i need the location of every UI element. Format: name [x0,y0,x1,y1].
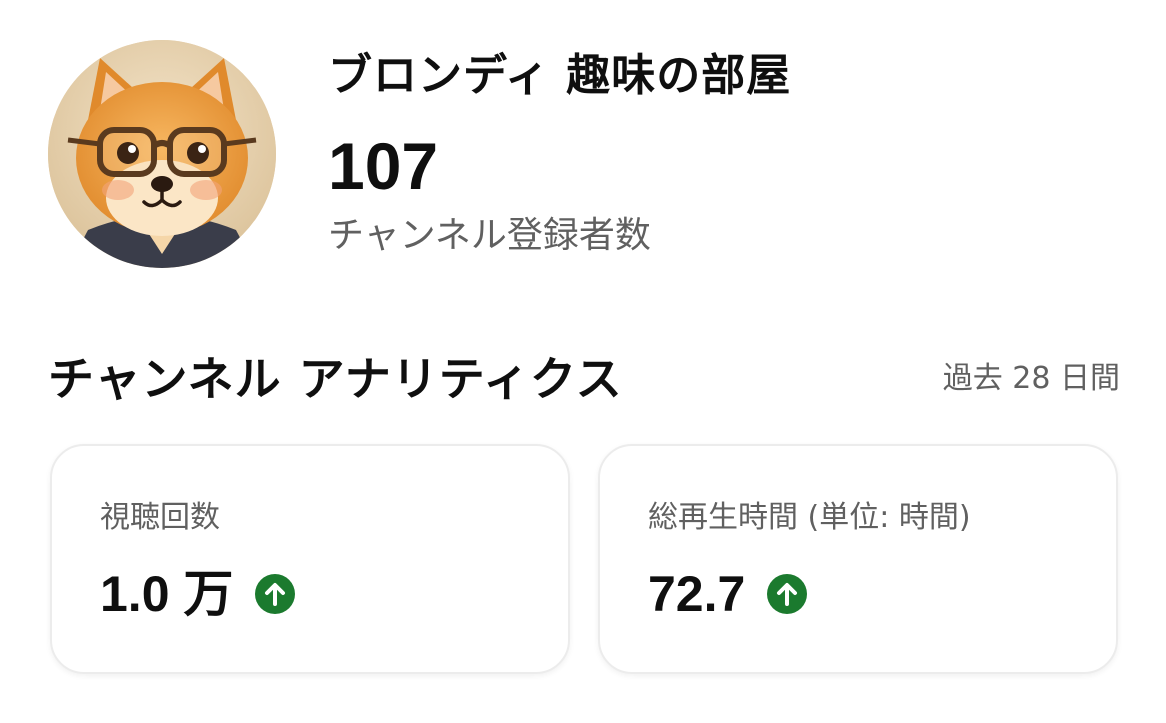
arrow-up-circle-icon [767,574,808,614]
watch-time-label: 総再生時間 (単位: 時間) [648,500,971,535]
period-label: 過去 28 日間 [942,361,1120,396]
subscriber-label: チャンネル登録者数 [328,215,651,256]
subscriber-count: 107 [328,129,439,203]
watch-time-value-row: 72.7 [648,564,808,624]
views-label: 視聴回数 [100,500,220,535]
arrow-up-circle-icon [255,574,296,614]
views-value-row: 1.0 万 [100,564,296,624]
watch-time-card[interactable]: 総再生時間 (単位: 時間) 72.7 [598,444,1118,674]
channel-header: ブロンディ 趣味の部屋 107 チャンネル登録者数 [48,40,1118,272]
channel-avatar[interactable] [48,40,276,268]
channel-name[interactable]: ブロンディ 趣味の部屋 [328,48,791,104]
shiba-dog-avatar-image [48,40,276,268]
analytics-header: チャンネル アナリティクス 過去 28 日間 [48,345,1120,415]
views-value: 1.0 万 [100,566,234,622]
analytics-title: チャンネル アナリティクス [48,352,623,406]
watch-time-value: 72.7 [648,566,746,622]
views-card[interactable]: 視聴回数 1.0 万 [50,444,570,674]
